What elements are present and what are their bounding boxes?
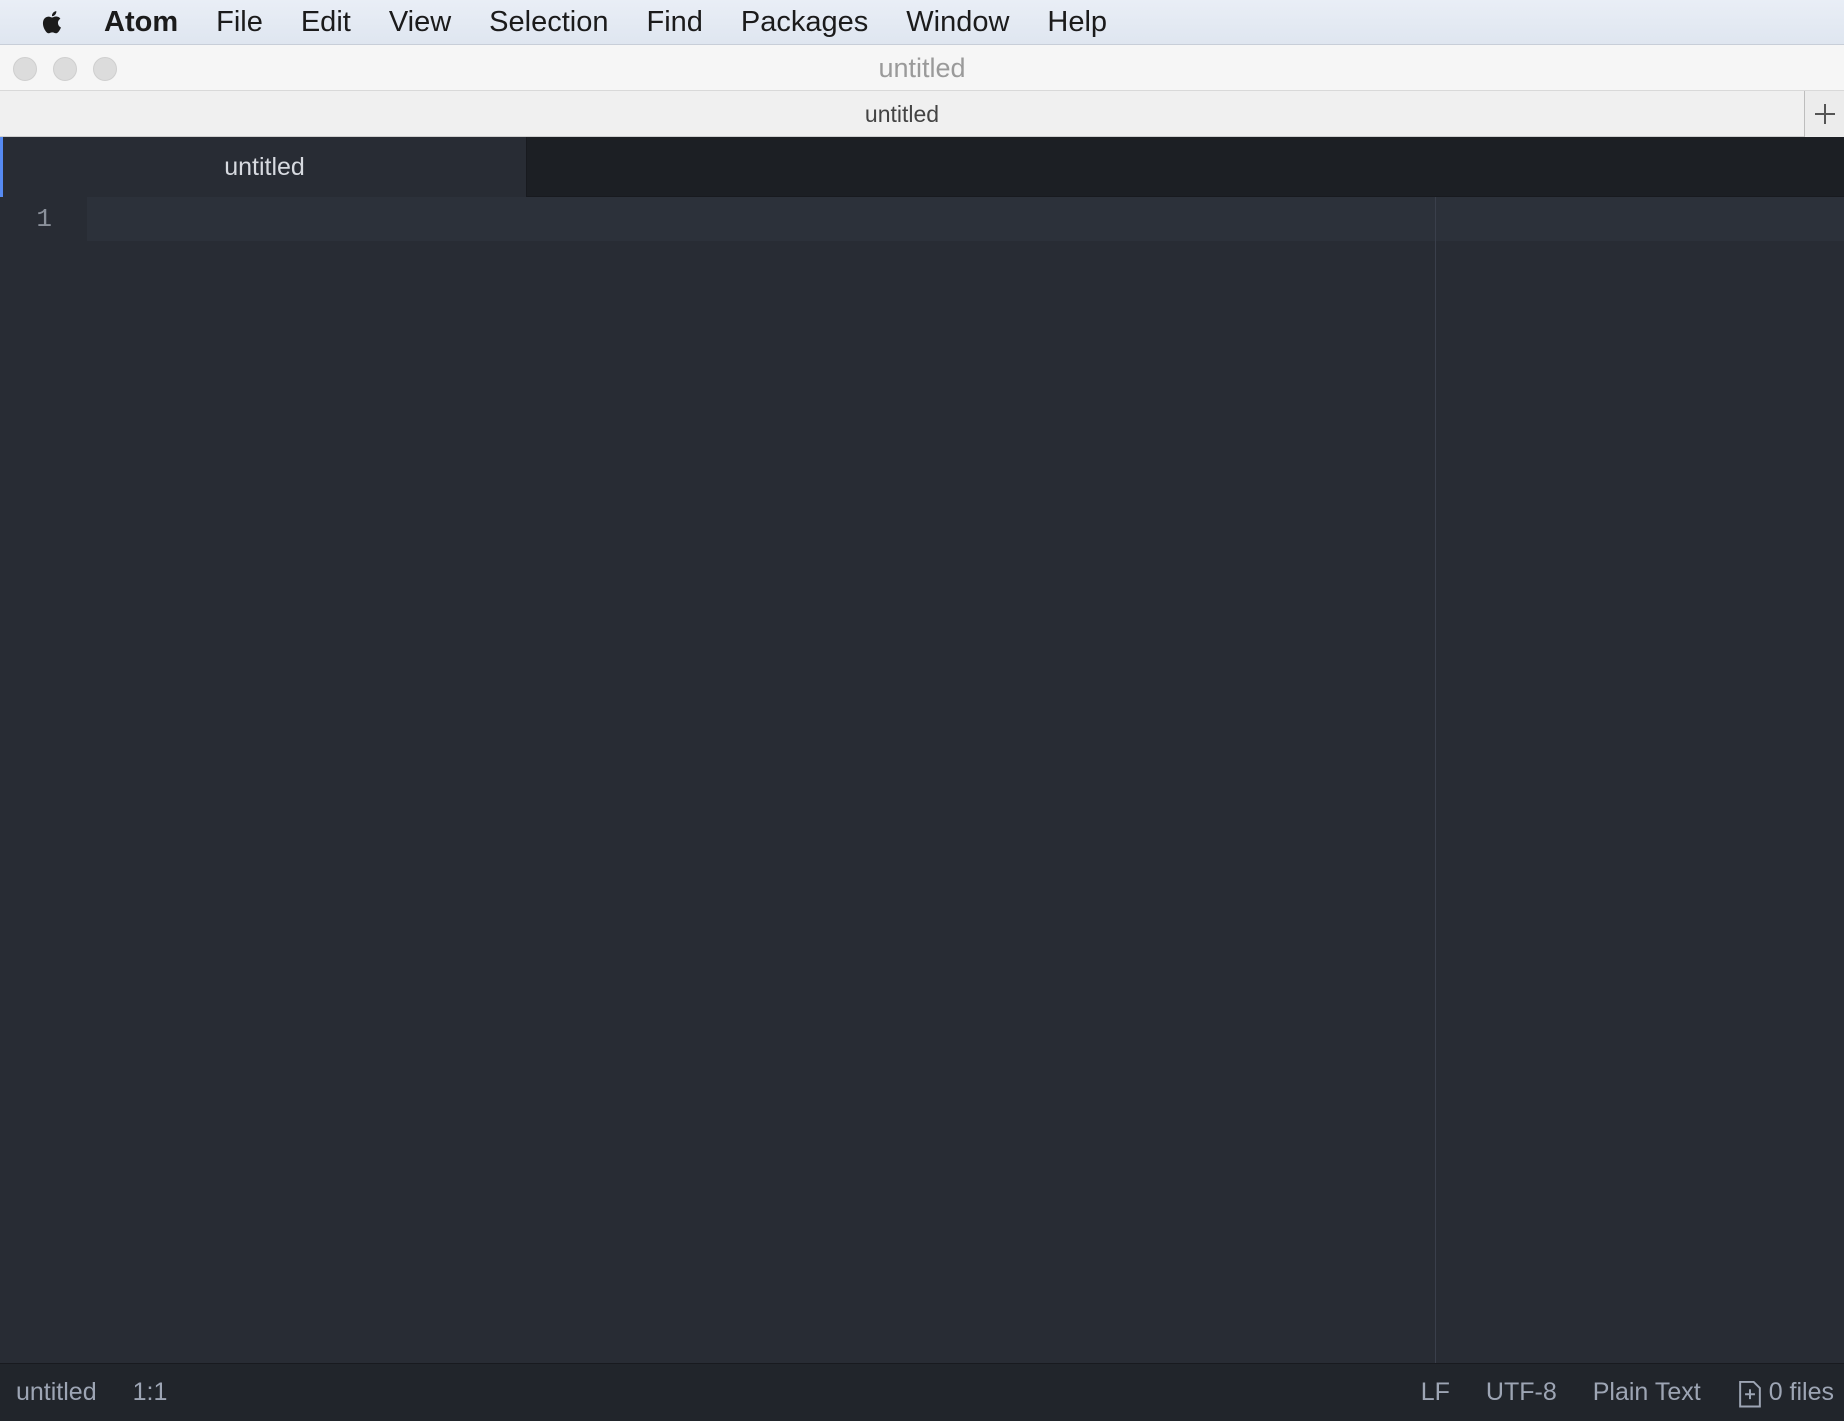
menu-edit[interactable]: Edit xyxy=(301,0,351,45)
apple-menu-icon[interactable] xyxy=(40,7,62,37)
status-file-name[interactable]: untitled xyxy=(16,1378,97,1407)
menu-app-atom[interactable]: Atom xyxy=(104,0,178,45)
plus-icon xyxy=(1814,104,1835,124)
line-number-gutter: 1 xyxy=(0,197,87,1363)
menu-selection[interactable]: Selection xyxy=(489,0,608,45)
menu-file[interactable]: File xyxy=(216,0,263,45)
editor-tab-label: untitled xyxy=(224,152,305,181)
menu-help[interactable]: Help xyxy=(1047,0,1107,45)
editor-text-area[interactable] xyxy=(87,197,1844,1363)
status-bar: untitled 1:1 LF UTF-8 Plain Text 0 files xyxy=(0,1363,1844,1420)
status-git-files[interactable]: 0 files xyxy=(1737,1377,1834,1409)
wrap-guide xyxy=(1435,197,1436,1363)
menu-find[interactable]: Find xyxy=(646,0,702,45)
text-editor[interactable]: 1 xyxy=(0,197,1844,1363)
status-line-ending[interactable]: LF xyxy=(1421,1378,1450,1407)
menu-bar: Atom File Edit View Selection Find Packa… xyxy=(0,0,1844,45)
new-tab-button[interactable] xyxy=(1804,91,1844,137)
window-titlebar[interactable]: untitled xyxy=(0,45,1844,91)
status-cursor-position[interactable]: 1:1 xyxy=(133,1378,168,1407)
status-encoding[interactable]: UTF-8 xyxy=(1486,1378,1557,1407)
status-grammar[interactable]: Plain Text xyxy=(1593,1378,1701,1407)
menu-window[interactable]: Window xyxy=(906,0,1009,45)
line-number: 1 xyxy=(36,204,52,234)
status-file-count: 0 files xyxy=(1768,1378,1834,1406)
menu-packages[interactable]: Packages xyxy=(741,0,868,45)
editor-tab-bar: untitled xyxy=(0,137,1844,197)
native-tab-untitled[interactable]: untitled xyxy=(0,91,1804,137)
window-title: untitled xyxy=(878,53,966,83)
menu-view[interactable]: View xyxy=(389,0,451,45)
file-diff-icon xyxy=(1738,1380,1761,1408)
native-tab-bar: untitled xyxy=(0,91,1844,137)
editor-tab-untitled[interactable]: untitled xyxy=(0,137,527,197)
